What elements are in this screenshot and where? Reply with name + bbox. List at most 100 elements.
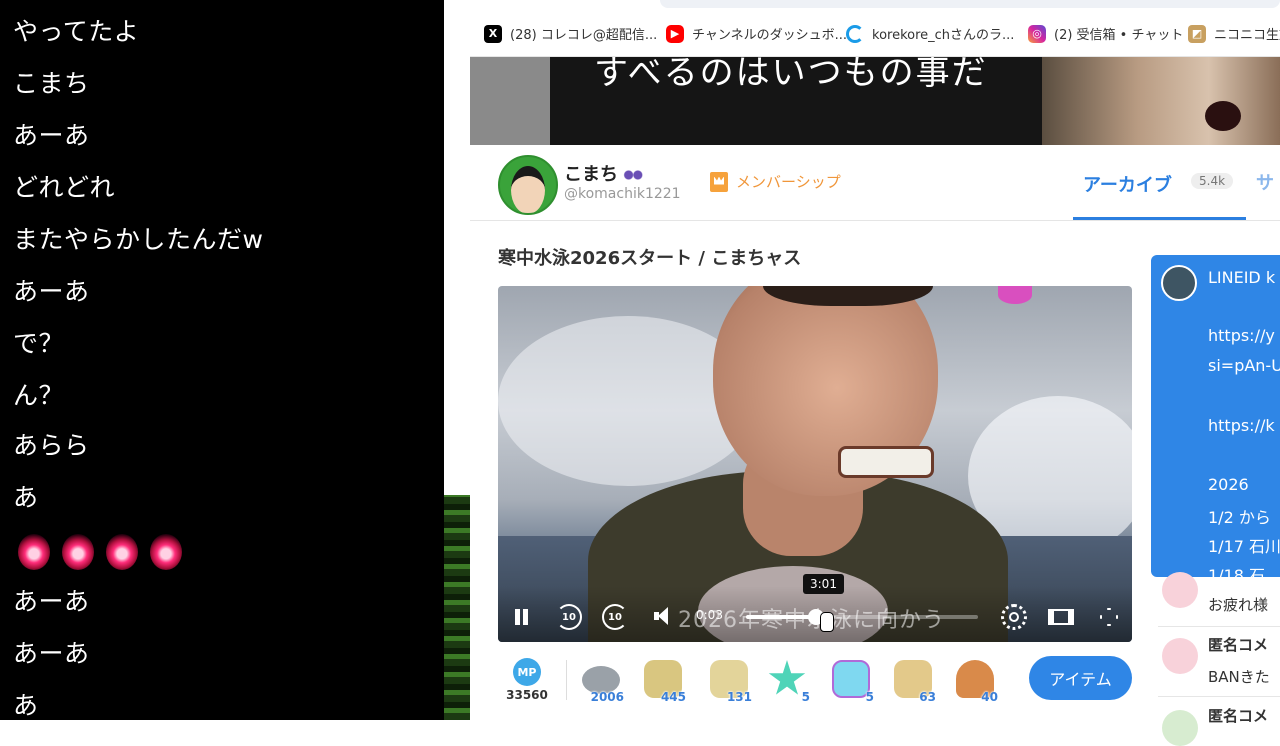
gift-count: 2006 [590,690,624,704]
chat-message: あーあ [13,587,90,616]
channel-avatar[interactable] [498,155,558,215]
poster-avatar [1161,265,1197,301]
membership-button[interactable]: メンバーシップ [710,171,841,192]
smiley-avatar-icon [1162,710,1198,746]
gift-item[interactable]: 445 [640,658,686,706]
seek-bar[interactable] [746,609,978,625]
seek-tooltip: 3:01 [803,574,844,594]
divider [566,660,567,700]
mp-icon: MP [513,658,541,686]
chat-message: こまち [13,69,90,98]
channel-name-text: こまち [564,164,618,185]
rewind-10-button[interactable]: 10 [556,604,582,630]
gift-count: 5 [865,690,874,704]
emoji-message [18,534,182,570]
banner-image [1042,57,1280,145]
gift-item[interactable]: 40 [952,658,998,706]
gift-item[interactable]: 2006 [578,658,624,706]
description-link[interactable]: si=pAn-U [1208,356,1280,375]
volume-icon[interactable] [654,606,672,626]
ghost-icon [832,660,870,698]
gift-item[interactable]: 131 [706,658,752,706]
bookmark-label: ニコニコ生放 [1214,28,1280,43]
hand-cursor-icon [820,612,834,632]
game-window-fragment [444,495,470,720]
description-line: 1/17 石川 [1208,537,1280,556]
mp-value: 33560 [506,688,548,702]
bookmark-item[interactable]: X (28) コレコレ@超配信... [484,24,657,43]
bookmarks-bar: X (28) コレコレ@超配信... ▶ チャンネルのダッシュボ... kore… [470,0,1280,57]
bookmark-item[interactable]: korekore_chさんのラ... [846,24,1014,43]
gift-count: 131 [726,690,752,704]
chat-message: あーあ [13,277,90,306]
description-card: LINEID k https://y si=pAn-U https://k 20… [1151,255,1280,577]
description-line: 1/2 から [1208,508,1271,527]
comment-author: 匿名コメ [1208,707,1269,725]
avatar-face [511,166,545,213]
current-time: 0:03 [696,608,723,622]
tab-next[interactable]: サ [1256,169,1274,195]
active-tab-indicator [1073,217,1246,220]
banner-edge [470,57,550,145]
divider [1158,626,1280,627]
pause-button[interactable] [510,606,532,628]
channel-handle: @komachik1221 [564,186,681,202]
youtube-icon: ▶ [666,24,684,43]
divider [1158,696,1280,697]
loading-icon [846,24,864,43]
gift-count: 40 [981,690,998,704]
description-link[interactable]: https://y [1208,326,1275,345]
membership-label: メンバーシップ [736,173,841,191]
gift-item[interactable]: 63 [890,658,936,706]
gift-items-bar: MP 33560 2006 445 131 5 5 63 40 アイテム [498,650,1138,710]
banner-image-detail [1205,101,1241,131]
channel-name[interactable]: こまち [564,160,644,186]
gift-count: 445 [660,690,686,704]
channel-banner: すべるのはいつもの事だ [470,57,1280,145]
video-title: 寒中水泳2026スタート / こまちャス [498,248,802,269]
theater-mode-button[interactable] [1048,609,1074,625]
item-button[interactable]: アイテム [1029,656,1132,700]
red-light-emoji-icon [106,534,138,570]
mp-balance[interactable]: MP 33560 [504,658,550,702]
video-frame [998,286,1032,304]
video-frame [838,446,934,478]
red-light-emoji-icon [18,534,50,570]
background-window-edge [444,0,470,720]
red-light-emoji-icon [150,534,182,570]
instagram-icon: ◎ [1028,24,1046,43]
chat-message: やってたよ [13,17,140,46]
chat-message: あーあ [13,121,90,150]
gift-item[interactable]: 5 [764,658,810,706]
tab-archive[interactable]: アーカイブ 5.4k [1073,145,1246,220]
bookmark-item[interactable]: ▶ チャンネルのダッシュボ... [666,24,847,43]
gift-item[interactable]: 5 [828,658,874,706]
comment-author: 匿名コメ [1208,636,1269,654]
star-icon [768,660,806,695]
comment-text: お疲れ様 [1208,596,1269,614]
bookmark-item[interactable]: ◎ (2) 受信箱 • チャット [1028,24,1183,43]
settings-gear-icon[interactable] [1001,604,1027,630]
tab-archive-label: アーカイブ [1083,175,1172,196]
bookmark-item[interactable]: ◩ ニコニコ生放 [1188,24,1280,43]
tab-archive-count: 5.4k [1191,173,1234,189]
chat-message: ん？ [13,381,65,410]
description-line: 1/18 石 [1208,566,1266,577]
chat-message: で？ [13,329,65,358]
forward-10-button[interactable]: 10 [602,604,628,630]
video-player[interactable]: 2026年寒中水泳に向かう 10 10 0:03 3:01 [498,286,1132,642]
chat-message: あ [13,691,39,720]
chat-message: またやらかしたんだw [13,225,264,254]
description-link[interactable]: https://k [1208,416,1275,435]
chat-message: あらら [13,431,90,460]
description-line: 2026 [1208,475,1249,494]
comment-text: BANきた [1208,668,1270,686]
address-bar-edge [660,0,1280,8]
bookmark-label: korekore_chさんのラ... [872,28,1015,43]
banner-caption: すべるのはいつもの事だ [594,57,988,93]
description-line: LINEID k [1208,268,1276,287]
red-light-emoji-icon [62,534,94,570]
smiley-avatar-icon [1162,638,1198,674]
bookmark-label: チャンネルのダッシュボ... [692,28,848,43]
comment-overlay: やってたよ こまち あーあ どれどれ またやらかしたんだw あーあ で？ ん？ … [0,0,444,720]
